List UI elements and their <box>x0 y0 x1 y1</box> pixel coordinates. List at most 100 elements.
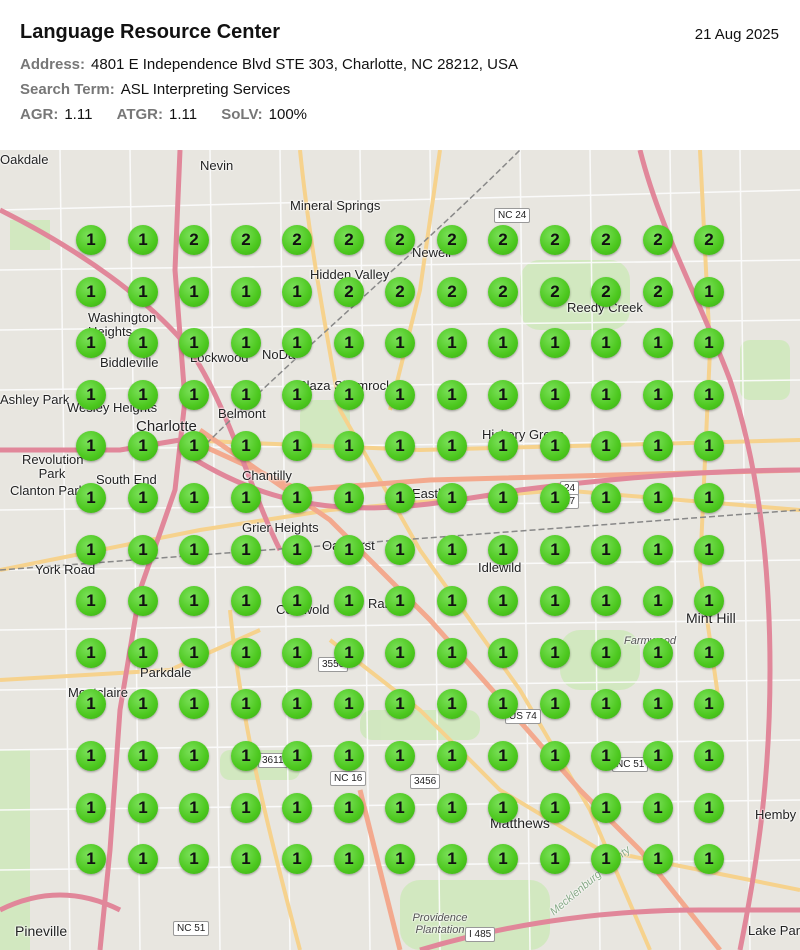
rank-pin-r2-c3[interactable]: 1 <box>179 277 209 307</box>
rank-pin-r11-c3[interactable]: 1 <box>179 741 209 771</box>
rank-pin-r6-c9[interactable]: 1 <box>488 483 518 513</box>
rank-pin-r10-c5[interactable]: 1 <box>282 689 312 719</box>
rank-pin-r11-c8[interactable]: 1 <box>437 741 467 771</box>
rank-pin-r3-c3[interactable]: 1 <box>179 328 209 358</box>
rank-pin-r1-c4[interactable]: 2 <box>231 225 261 255</box>
rank-pin-r6-c4[interactable]: 1 <box>231 483 261 513</box>
rank-pin-r9-c10[interactable]: 1 <box>540 638 570 668</box>
rank-pin-r7-c7[interactable]: 1 <box>385 535 415 565</box>
rank-pin-r12-c7[interactable]: 1 <box>385 793 415 823</box>
rank-pin-r10-c7[interactable]: 1 <box>385 689 415 719</box>
rank-pin-r8-c1[interactable]: 1 <box>76 586 106 616</box>
rank-pin-r3-c5[interactable]: 1 <box>282 328 312 358</box>
rank-pin-r12-c8[interactable]: 1 <box>437 793 467 823</box>
rank-pin-r7-c9[interactable]: 1 <box>488 535 518 565</box>
rank-grid-map[interactable]: Oakdale Nevin Mineral Springs Hidden Val… <box>0 150 800 950</box>
rank-pin-r7-c13[interactable]: 1 <box>694 535 724 565</box>
rank-pin-r13-c1[interactable]: 1 <box>76 844 106 874</box>
rank-pin-r11-c7[interactable]: 1 <box>385 741 415 771</box>
rank-pin-r8-c5[interactable]: 1 <box>282 586 312 616</box>
rank-pin-r2-c13[interactable]: 1 <box>694 277 724 307</box>
rank-pin-r8-c10[interactable]: 1 <box>540 586 570 616</box>
rank-pin-r7-c12[interactable]: 1 <box>643 535 673 565</box>
rank-pin-r3-c13[interactable]: 1 <box>694 328 724 358</box>
rank-pin-r2-c5[interactable]: 1 <box>282 277 312 307</box>
rank-pin-r9-c7[interactable]: 1 <box>385 638 415 668</box>
rank-pin-r4-c11[interactable]: 1 <box>591 380 621 410</box>
rank-pin-r7-c2[interactable]: 1 <box>128 535 158 565</box>
rank-pin-r11-c12[interactable]: 1 <box>643 741 673 771</box>
rank-pin-r1-c6[interactable]: 2 <box>334 225 364 255</box>
rank-pin-r11-c10[interactable]: 1 <box>540 741 570 771</box>
rank-pin-r9-c1[interactable]: 1 <box>76 638 106 668</box>
rank-pin-r4-c5[interactable]: 1 <box>282 380 312 410</box>
rank-pin-r1-c5[interactable]: 2 <box>282 225 312 255</box>
rank-pin-r6-c5[interactable]: 1 <box>282 483 312 513</box>
rank-pin-r1-c1[interactable]: 1 <box>76 225 106 255</box>
rank-pin-r12-c6[interactable]: 1 <box>334 793 364 823</box>
rank-pin-r13-c8[interactable]: 1 <box>437 844 467 874</box>
rank-pin-r12-c13[interactable]: 1 <box>694 793 724 823</box>
rank-pin-r2-c9[interactable]: 2 <box>488 277 518 307</box>
rank-pin-r9-c13[interactable]: 1 <box>694 638 724 668</box>
rank-pin-r2-c12[interactable]: 2 <box>643 277 673 307</box>
rank-pin-r7-c4[interactable]: 1 <box>231 535 261 565</box>
rank-pin-r11-c9[interactable]: 1 <box>488 741 518 771</box>
rank-pin-r13-c4[interactable]: 1 <box>231 844 261 874</box>
rank-pin-r5-c12[interactable]: 1 <box>643 431 673 461</box>
rank-pin-r5-c6[interactable]: 1 <box>334 431 364 461</box>
rank-pin-r11-c6[interactable]: 1 <box>334 741 364 771</box>
rank-pin-r12-c10[interactable]: 1 <box>540 793 570 823</box>
rank-pin-r11-c11[interactable]: 1 <box>591 741 621 771</box>
rank-pin-r2-c10[interactable]: 2 <box>540 277 570 307</box>
rank-pin-r1-c8[interactable]: 2 <box>437 225 467 255</box>
rank-pin-r6-c7[interactable]: 1 <box>385 483 415 513</box>
rank-pin-r10-c3[interactable]: 1 <box>179 689 209 719</box>
rank-pin-r8-c7[interactable]: 1 <box>385 586 415 616</box>
rank-pin-r4-c1[interactable]: 1 <box>76 380 106 410</box>
rank-pin-r3-c2[interactable]: 1 <box>128 328 158 358</box>
rank-pin-r10-c2[interactable]: 1 <box>128 689 158 719</box>
rank-pin-r13-c13[interactable]: 1 <box>694 844 724 874</box>
rank-pin-r9-c12[interactable]: 1 <box>643 638 673 668</box>
rank-pin-r2-c2[interactable]: 1 <box>128 277 158 307</box>
rank-pin-r2-c6[interactable]: 2 <box>334 277 364 307</box>
rank-pin-r3-c6[interactable]: 1 <box>334 328 364 358</box>
rank-pin-r13-c9[interactable]: 1 <box>488 844 518 874</box>
rank-pin-r1-c9[interactable]: 2 <box>488 225 518 255</box>
rank-pin-r4-c3[interactable]: 1 <box>179 380 209 410</box>
rank-pin-r5-c7[interactable]: 1 <box>385 431 415 461</box>
rank-pin-r12-c2[interactable]: 1 <box>128 793 158 823</box>
rank-pin-r11-c1[interactable]: 1 <box>76 741 106 771</box>
rank-pin-r12-c12[interactable]: 1 <box>643 793 673 823</box>
rank-pin-r1-c7[interactable]: 2 <box>385 225 415 255</box>
rank-pin-r3-c7[interactable]: 1 <box>385 328 415 358</box>
rank-pin-r9-c9[interactable]: 1 <box>488 638 518 668</box>
rank-pin-r11-c2[interactable]: 1 <box>128 741 158 771</box>
rank-pin-r5-c4[interactable]: 1 <box>231 431 261 461</box>
rank-pin-r3-c10[interactable]: 1 <box>540 328 570 358</box>
rank-pin-r6-c12[interactable]: 1 <box>643 483 673 513</box>
rank-pin-r8-c8[interactable]: 1 <box>437 586 467 616</box>
rank-pin-r3-c8[interactable]: 1 <box>437 328 467 358</box>
rank-pin-r7-c1[interactable]: 1 <box>76 535 106 565</box>
rank-pin-r13-c7[interactable]: 1 <box>385 844 415 874</box>
rank-pin-r6-c1[interactable]: 1 <box>76 483 106 513</box>
rank-pin-r13-c11[interactable]: 1 <box>591 844 621 874</box>
rank-pin-r4-c7[interactable]: 1 <box>385 380 415 410</box>
rank-pin-r3-c9[interactable]: 1 <box>488 328 518 358</box>
rank-pin-r12-c1[interactable]: 1 <box>76 793 106 823</box>
rank-pin-r6-c8[interactable]: 1 <box>437 483 467 513</box>
rank-pin-r6-c2[interactable]: 1 <box>128 483 158 513</box>
rank-pin-r1-c12[interactable]: 2 <box>643 225 673 255</box>
rank-pin-r8-c2[interactable]: 1 <box>128 586 158 616</box>
rank-pin-r13-c3[interactable]: 1 <box>179 844 209 874</box>
rank-pin-r4-c4[interactable]: 1 <box>231 380 261 410</box>
rank-pin-r3-c12[interactable]: 1 <box>643 328 673 358</box>
rank-pin-r4-c10[interactable]: 1 <box>540 380 570 410</box>
rank-pin-r2-c11[interactable]: 2 <box>591 277 621 307</box>
rank-pin-r10-c6[interactable]: 1 <box>334 689 364 719</box>
rank-pin-r7-c3[interactable]: 1 <box>179 535 209 565</box>
rank-pin-r8-c11[interactable]: 1 <box>591 586 621 616</box>
rank-pin-r1-c3[interactable]: 2 <box>179 225 209 255</box>
